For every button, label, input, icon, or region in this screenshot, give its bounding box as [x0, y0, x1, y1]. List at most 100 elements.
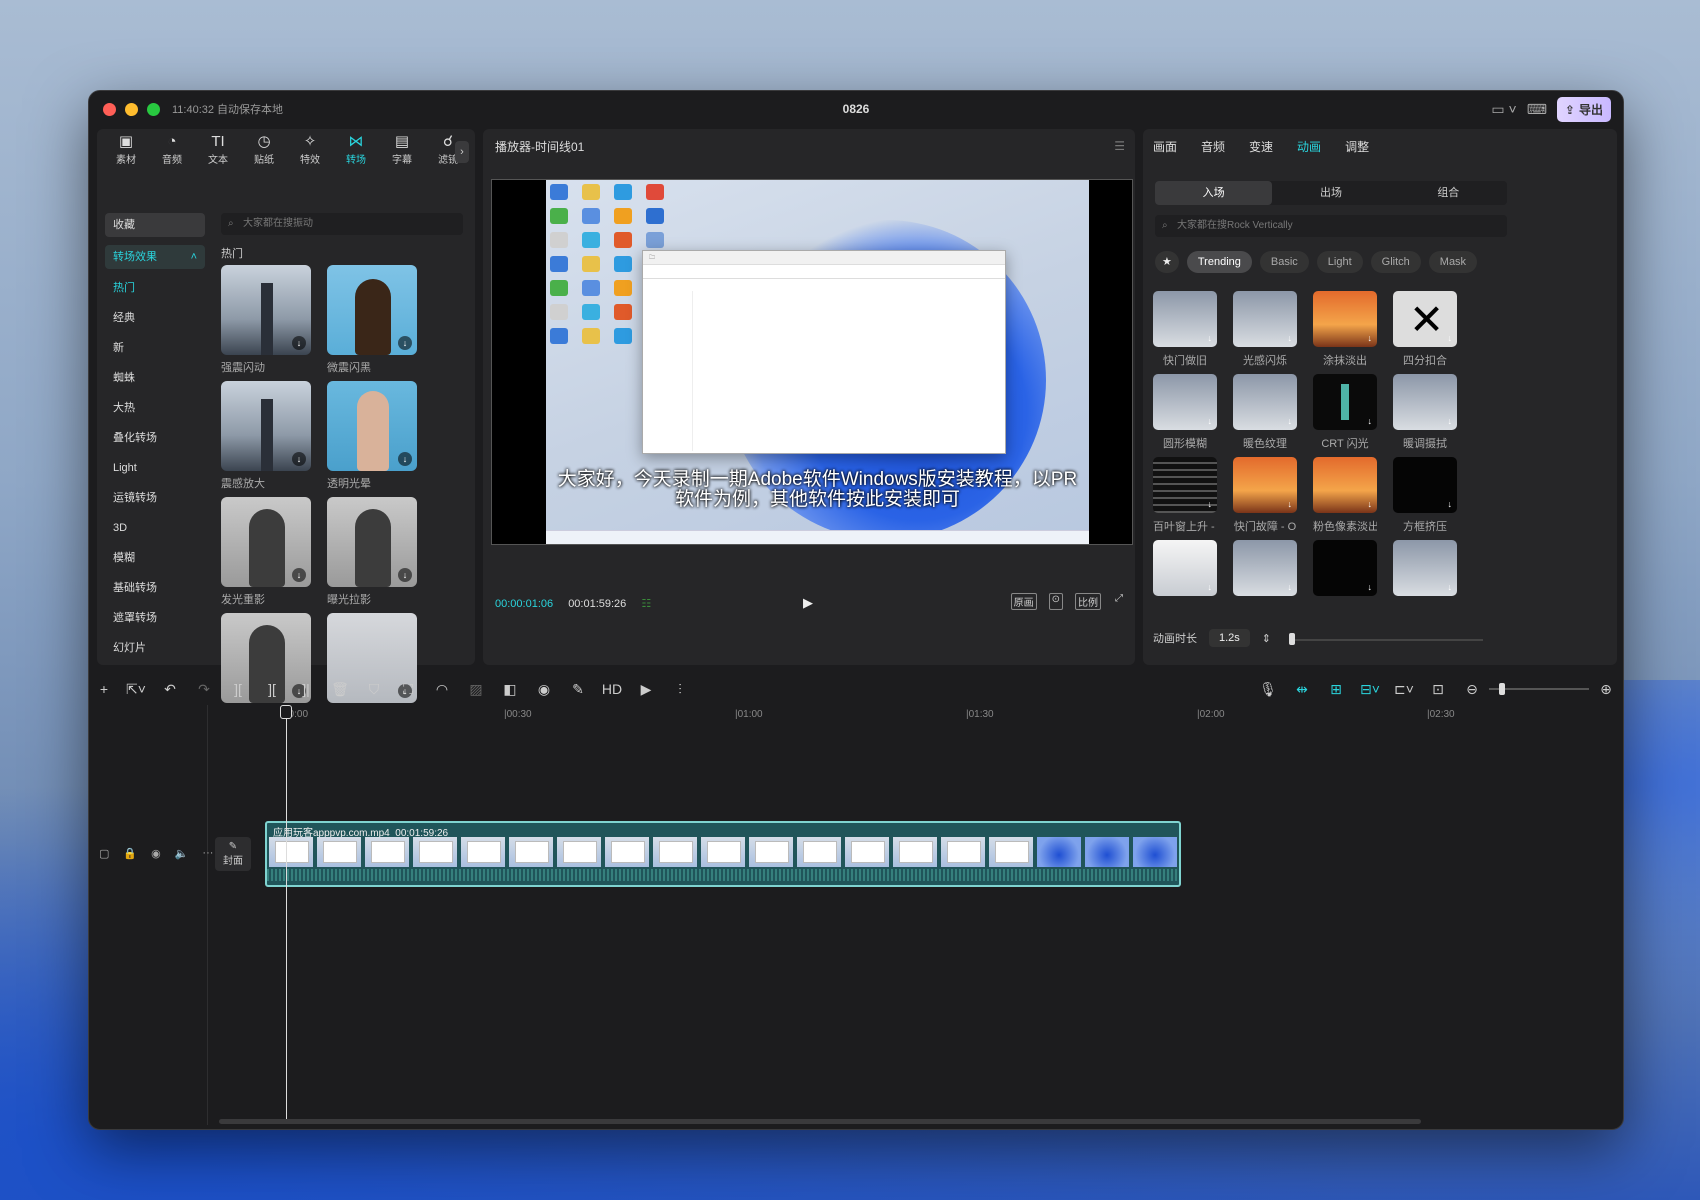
segment-2[interactable]: 组合 [1390, 181, 1507, 205]
zoom-window-button[interactable] [147, 102, 160, 116]
mirror-icon[interactable]: ◧ [493, 681, 527, 698]
download-icon[interactable]: ↓ [1288, 416, 1293, 426]
transition-card[interactable]: ↓ 强震闪动 [221, 265, 311, 374]
duration-slider[interactable] [1293, 639, 1483, 641]
split-icon[interactable]: ][ [221, 681, 255, 697]
menu-icon[interactable]: ☰ [1114, 139, 1125, 153]
segment-1[interactable]: 出场 [1272, 181, 1389, 205]
animation-card[interactable]: ↓ 暖色纹理 [1233, 374, 1297, 449]
transition-card[interactable]: ↓ 透明光晕 [327, 381, 417, 490]
segment-0[interactable]: 入场 [1155, 181, 1273, 205]
delete-icon[interactable]: 🗑 [323, 681, 357, 698]
star-icon[interactable]: ★ [1155, 251, 1179, 273]
transition-card[interactable]: ↓ 微震闪黑 [327, 265, 417, 374]
download-icon[interactable]: ↓ [398, 336, 412, 350]
trim-right-icon[interactable]: ]| [289, 681, 323, 697]
chip-2[interactable]: Light [1316, 251, 1363, 273]
animation-card[interactable]: ↓ 涂抹淡出 [1313, 291, 1377, 366]
download-icon[interactable]: ↓ [1208, 582, 1213, 592]
tab-1[interactable]: 音频 [1201, 138, 1225, 155]
animation-card[interactable]: ↓ 四分扣合 [1393, 291, 1457, 366]
magnet-icon[interactable]: ⊞ [1319, 681, 1353, 698]
animation-card[interactable]: ↓ [1313, 540, 1377, 615]
zoom-in-icon[interactable]: ⊕ [1589, 681, 1623, 698]
animation-card[interactable]: ↓ 暖调摄拭 [1393, 374, 1457, 449]
tool-2[interactable]: TI 文本 [195, 133, 241, 173]
marker-icon[interactable]: ⛉ [357, 681, 391, 698]
tab-0[interactable]: 画面 [1153, 138, 1177, 155]
fullscreen-icon[interactable]: ⤢ [1113, 593, 1125, 610]
animation-card[interactable]: ↓ 百叶窗上升 - I [1153, 457, 1217, 532]
close-window-button[interactable] [103, 102, 116, 116]
tool-1[interactable]: ◔ 音频 [149, 133, 195, 173]
download-icon[interactable]: ↓ [1288, 499, 1293, 509]
category-item[interactable]: 3D [105, 513, 205, 543]
download-icon[interactable]: ↓ [292, 452, 306, 466]
stepper-icon[interactable]: ⇕ [1262, 632, 1271, 645]
category-item[interactable]: 幻灯片 [105, 633, 205, 663]
grid-icon[interactable]: ☷ [641, 598, 651, 610]
category-item[interactable]: 运镜转场 [105, 483, 205, 513]
more-icon[interactable]: ··· [202, 847, 213, 860]
cover-button[interactable]: ✎ 封面 [215, 837, 251, 871]
download-icon[interactable]: ↓ [1288, 333, 1293, 343]
chip-1[interactable]: Basic [1259, 251, 1309, 273]
download-icon[interactable]: ↓ [1208, 333, 1213, 343]
tool-3[interactable]: ◷ 贴纸 [241, 133, 287, 173]
snap-icon[interactable]: ⊟˅ [1353, 681, 1387, 698]
timeline-scrollbar[interactable] [219, 1119, 1421, 1124]
chip-3[interactable]: Glitch [1370, 251, 1421, 273]
lock-icon[interactable]: 🔒 [123, 847, 137, 860]
download-icon[interactable]: ↓ [1448, 416, 1453, 426]
animation-card[interactable]: ↓ 快门做旧 [1153, 291, 1217, 366]
download-icon[interactable]: ↓ [1368, 333, 1373, 343]
transition-search-input[interactable]: ⌕ 大家都在搜振动 [221, 213, 463, 235]
keyboard-icon[interactable]: ⌨ [1527, 101, 1547, 118]
favorites-item[interactable]: 收藏 [105, 213, 205, 237]
video-preview[interactable]: 🗀 大家好，今天录制一期Adobe软件Windows版安装教程，以PR 软件为例… [491, 179, 1133, 545]
download-icon[interactable]: ↓ [292, 568, 306, 582]
ratio-button[interactable]: 比例 [1075, 593, 1101, 610]
playhead-handle[interactable] [280, 705, 292, 719]
visibility-icon[interactable]: ◉ [151, 847, 161, 860]
animation-card[interactable]: ↓ 粉色像素淡出 [1313, 457, 1377, 532]
audio-wave-icon[interactable]: ⫶ [663, 681, 697, 698]
category-item[interactable]: 基础转场 [105, 573, 205, 603]
download-icon[interactable]: ↓ [292, 336, 306, 350]
download-icon[interactable]: ↓ [1208, 416, 1213, 426]
fit-timeline-icon[interactable]: ⊡ [1421, 681, 1455, 698]
download-icon[interactable]: ↓ [1288, 582, 1293, 592]
animation-search-input[interactable]: ⌕ 大家都在搜Rock Vertically [1155, 215, 1507, 237]
tab-4[interactable]: 调整 [1345, 138, 1369, 155]
download-icon[interactable]: ↓ [1368, 582, 1373, 592]
animation-card[interactable]: ↓ 圆形模糊 [1153, 374, 1217, 449]
microphone-icon[interactable]: 🎙 [1251, 681, 1285, 698]
download-icon[interactable]: ↓ [1208, 499, 1213, 509]
magic-icon[interactable]: ✎ [561, 681, 595, 698]
playhead[interactable] [286, 709, 287, 1119]
timeline-ruler[interactable]: 00:00 |00:30 |01:00 |01:30 |02:00 |02:30 [269, 705, 1619, 725]
download-icon[interactable]: ↓ [1368, 499, 1373, 509]
add-track-icon[interactable]: + [89, 681, 119, 697]
tab-2[interactable]: 变速 [1249, 138, 1273, 155]
transition-card[interactable]: ↓ 曝光拉影 [327, 497, 417, 606]
animation-card[interactable]: ↓ [1153, 540, 1217, 615]
volume-icon[interactable]: 🔈 [175, 847, 189, 860]
hd-icon[interactable]: HD [595, 681, 629, 697]
category-item[interactable]: 经典 [105, 303, 205, 333]
tool-4[interactable]: ✧ 特效 [287, 133, 333, 173]
category-item[interactable]: Light [105, 453, 205, 483]
duration-input[interactable]: 1.2s [1209, 629, 1250, 647]
transition-card[interactable]: ↓ 发光重影 [221, 497, 311, 606]
select-tool-icon[interactable]: ⇱˅ [119, 681, 153, 698]
speed-icon[interactable]: ◠ [425, 681, 459, 698]
transition-card[interactable]: ↓ 震感放大 [221, 381, 311, 490]
replace-icon[interactable]: ▶ [629, 681, 663, 698]
animation-card[interactable]: ↓ [1393, 540, 1457, 615]
redo-icon[interactable]: ↷ [187, 681, 221, 698]
export-button[interactable]: ⇪ 导出 [1556, 97, 1611, 122]
play-button[interactable]: ▶ [803, 595, 813, 611]
undo-icon[interactable]: ↶ [153, 681, 187, 698]
download-icon[interactable]: ↓ [1448, 499, 1453, 509]
zoom-out-icon[interactable]: ⊖ [1455, 681, 1489, 698]
